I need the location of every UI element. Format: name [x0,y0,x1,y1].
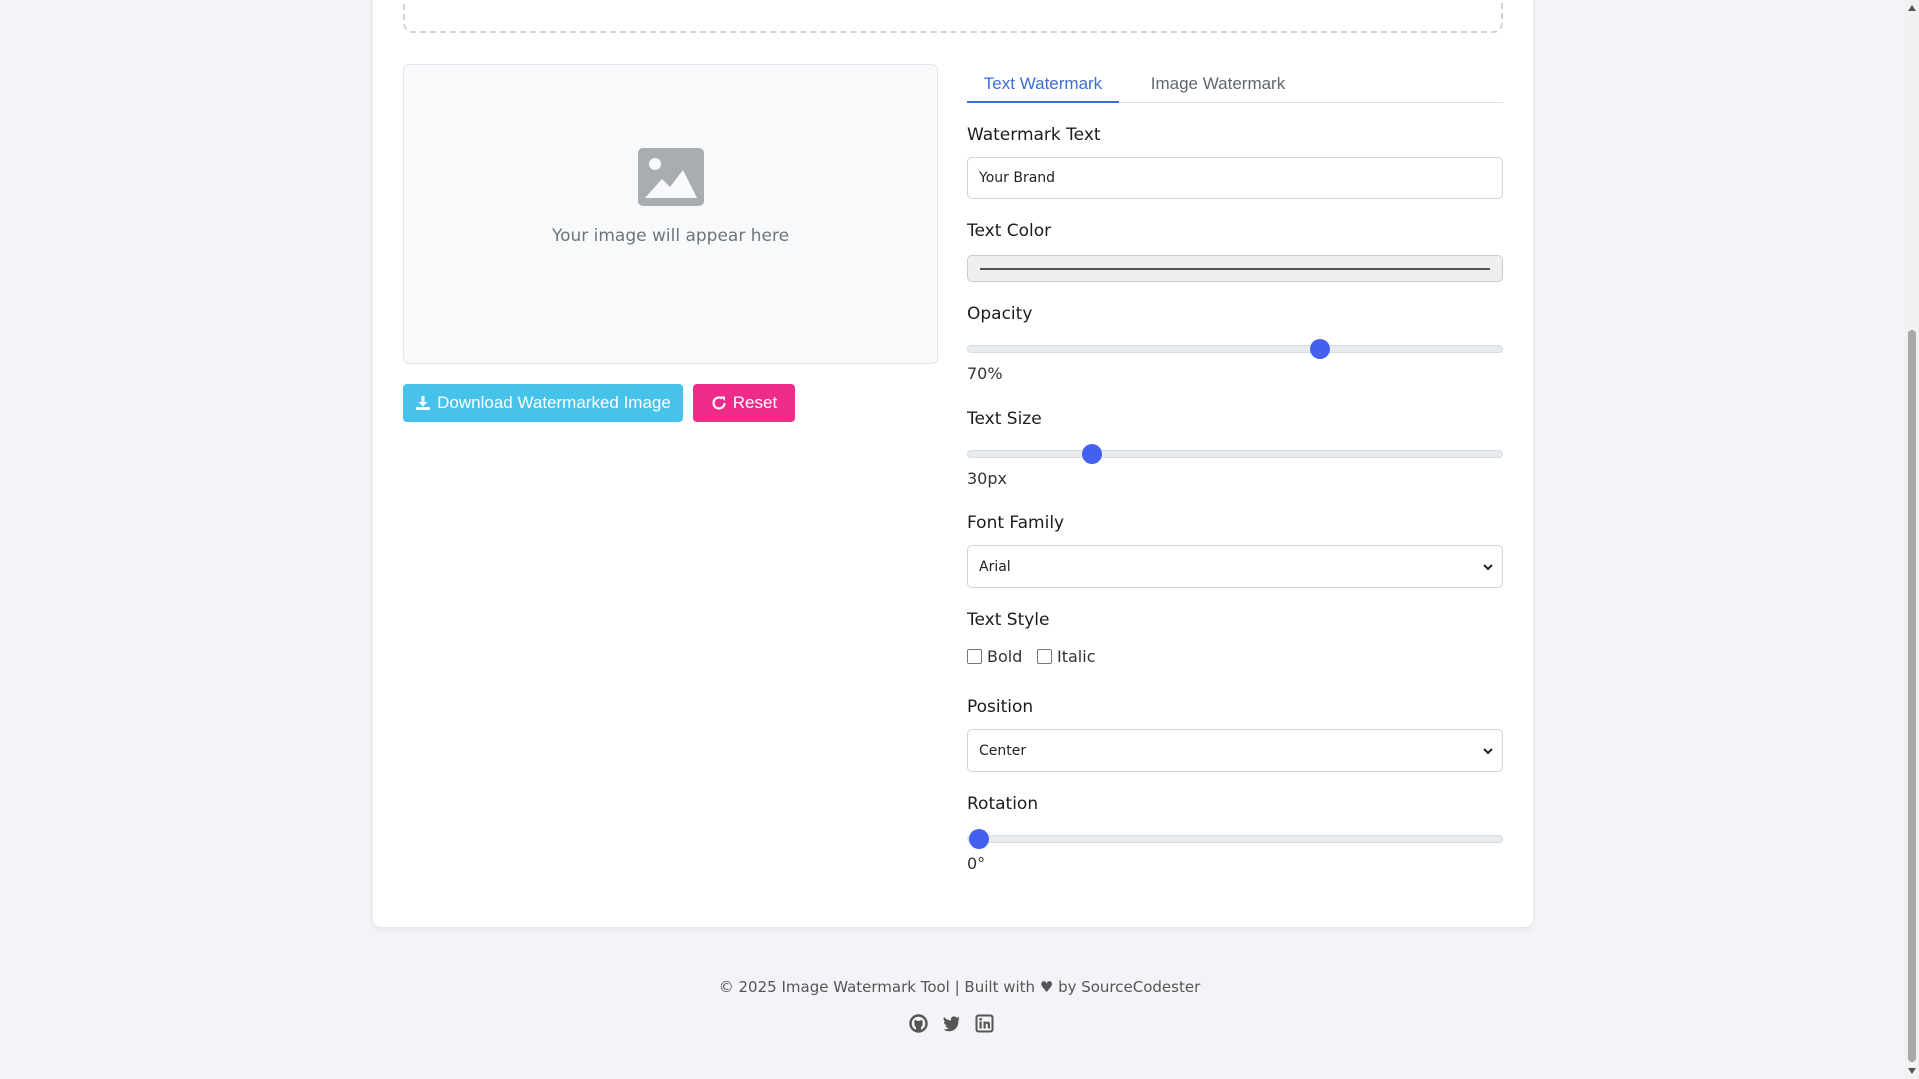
rotation-slider-thumb[interactable] [969,829,989,849]
download-icon [416,396,431,410]
image-icon [637,148,704,206]
text-size-label: Text Size [967,409,1042,429]
preview-placeholder-text: Your image will appear here [551,226,790,246]
chevron-down-icon [1483,563,1493,570]
download-button[interactable]: Download Watermarked Image [403,384,683,422]
linkedin-icon[interactable] [975,1014,994,1033]
chevron-down-icon [1483,747,1493,754]
github-icon[interactable] [909,1014,928,1033]
bold-checkbox-label: Bold [987,647,1023,666]
text-style-label: Text Style [967,610,1050,630]
font-family-selected: Arial [979,558,1011,575]
italic-checkbox-box[interactable] [1037,649,1052,664]
text-color-label: Text Color [967,221,1052,241]
twitter-icon[interactable] [942,1014,961,1033]
opacity-slider-thumb[interactable] [1310,339,1331,359]
text-size-slider-thumb[interactable] [1082,444,1103,464]
rotation-label: Rotation [967,794,1039,814]
reset-button[interactable]: Reset [693,384,795,422]
social-links [909,1014,994,1033]
font-family-select[interactable]: Arial [967,545,1503,588]
footer: © 2025 Image Watermark Tool | Built with… [0,978,1919,996]
tab-text-watermark[interactable]: Text Watermark [967,64,1119,103]
text-size-value: 30px [967,469,1007,488]
text-size-slider[interactable] [967,444,1503,464]
footer-text-after: by SourceCodester [1058,978,1201,996]
text-color-picker[interactable] [967,255,1503,282]
position-selected: Center [979,742,1027,759]
tab-image-watermark[interactable]: Image Watermark [1137,64,1299,103]
footer-text-before: © 2025 Image Watermark Tool | Built with [718,978,1036,996]
watermark-text-label: Watermark Text [967,125,1101,145]
download-button-label: Download Watermarked Image [437,393,671,412]
italic-checkbox[interactable]: Italic [1037,647,1095,666]
opacity-value: 70% [967,364,1003,383]
refresh-icon [712,396,726,410]
bold-checkbox-box[interactable] [967,649,982,664]
watermark-tabs: Text Watermark Image Watermark [967,64,1503,103]
reset-button-label: Reset [732,393,778,412]
scroll-down-arrow[interactable] [1908,1068,1916,1074]
italic-checkbox-label: Italic [1057,647,1096,666]
scrollbar-thumb[interactable] [1908,330,1916,1062]
font-family-label: Font Family [967,513,1065,533]
scroll-up-arrow[interactable] [1908,5,1916,11]
opacity-label: Opacity [967,304,1033,324]
bold-checkbox[interactable]: Bold [967,647,1022,666]
opacity-slider[interactable] [967,339,1503,359]
color-swatch [980,268,1490,270]
image-preview: Your image will appear here [403,64,938,364]
page-scrollbar[interactable] [1905,0,1919,1079]
position-label: Position [967,697,1034,717]
heart-icon: ♥ [1039,978,1054,996]
upload-dropzone[interactable] [403,0,1503,33]
rotation-slider[interactable] [967,829,1503,849]
position-select[interactable]: Center [967,729,1503,772]
watermark-text-input[interactable]: Your Brand [967,157,1503,199]
rotation-value: 0° [967,854,986,873]
